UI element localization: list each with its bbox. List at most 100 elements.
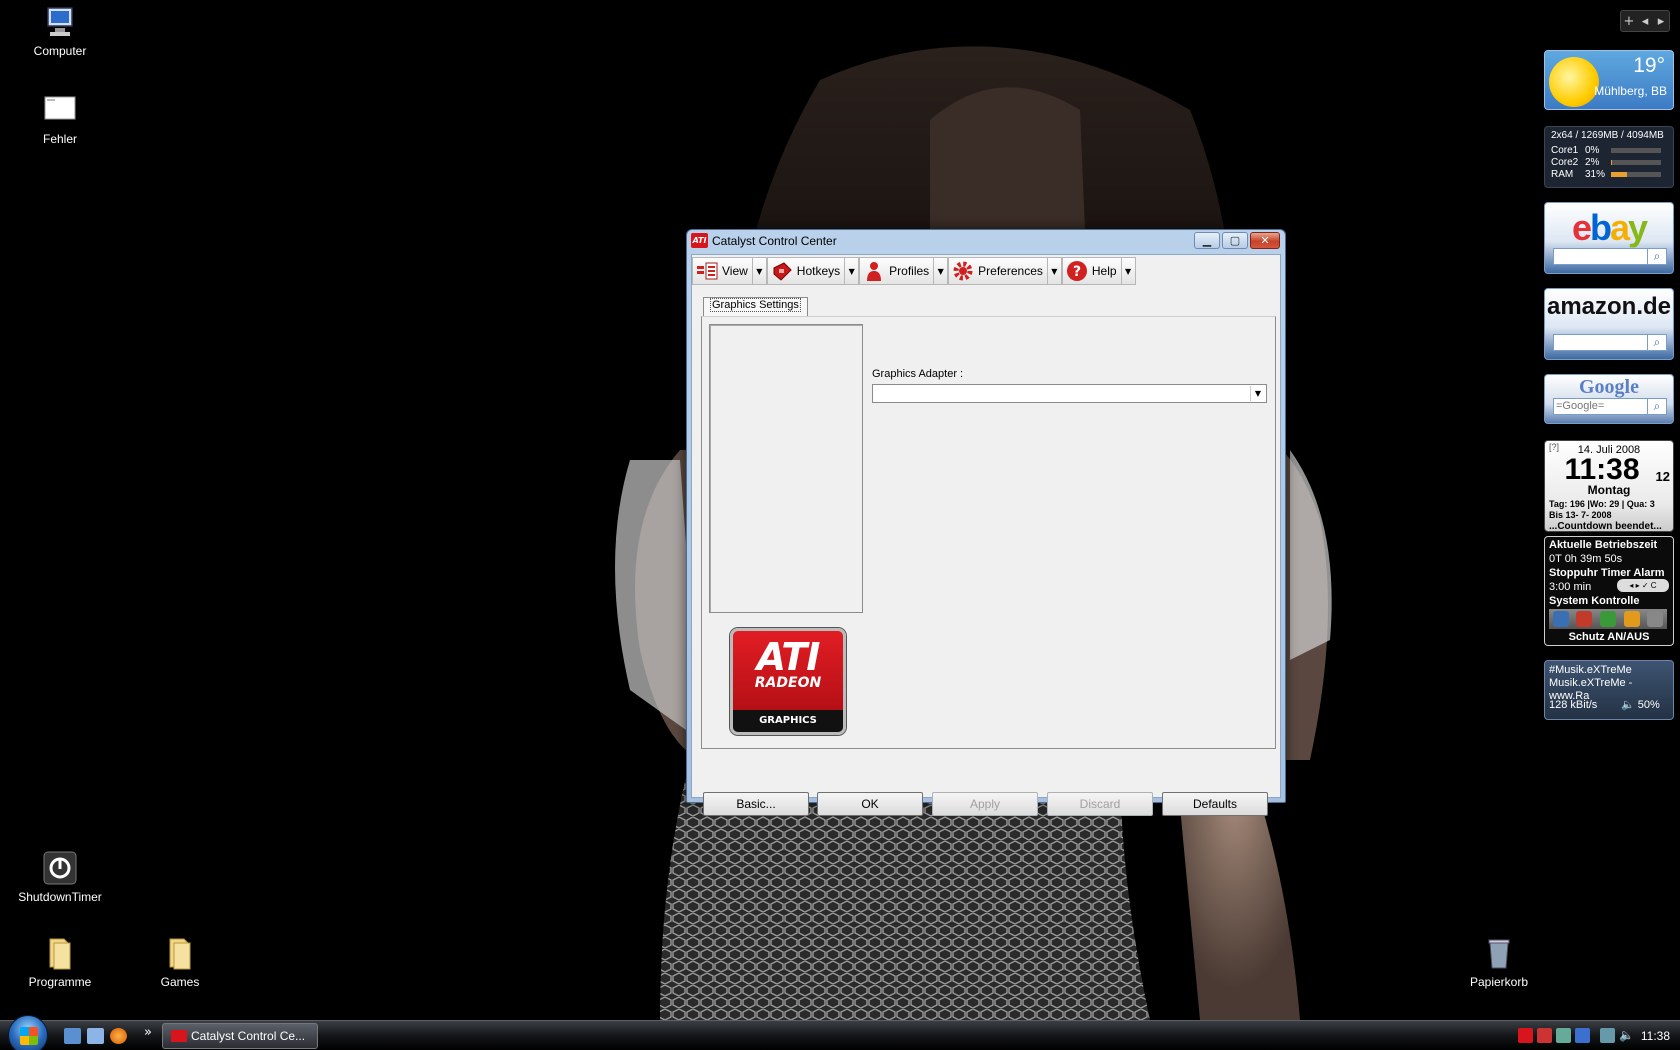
desktop-icon-computer[interactable]: Computer	[10, 4, 110, 58]
title-bar[interactable]: ATI Catalyst Control Center ▁ ▢ ✕	[687, 230, 1285, 252]
desktop-icon-label: Papierkorb	[1469, 975, 1529, 989]
start-button[interactable]	[8, 1015, 48, 1050]
preferences-dropdown[interactable]: ▼	[1046, 257, 1062, 285]
basic-button[interactable]: Basic...	[703, 792, 809, 816]
chevron-down-icon: ▼	[756, 266, 763, 276]
system-control-buttons	[1549, 609, 1667, 629]
svg-text:?: ?	[1073, 264, 1081, 280]
ok-button[interactable]: OK	[817, 792, 923, 816]
quicklaunch-more[interactable]: »	[144, 1025, 152, 1040]
tray-app-icon[interactable]	[1537, 1028, 1552, 1043]
search-icon[interactable]: ⌕	[1647, 398, 1667, 415]
taskbar-clock[interactable]: 11:38	[1641, 1029, 1670, 1043]
preferences-label: Preferences	[978, 264, 1043, 278]
chevron-down-icon: ▼	[1051, 266, 1058, 276]
restart-icon[interactable]	[1576, 611, 1593, 627]
search-icon[interactable]: ⌕	[1647, 248, 1667, 265]
close-button[interactable]: ✕	[1250, 232, 1280, 249]
clock-weekday: Montag	[1587, 483, 1631, 497]
ebay-search-gadget: ebay ⌕	[1544, 202, 1674, 274]
help-button[interactable]: ? Help	[1061, 257, 1121, 285]
desktop-icon-label: Programme	[28, 975, 92, 989]
defaults-button[interactable]: Defaults	[1162, 792, 1268, 816]
desktop-icon-programme[interactable]: Programme	[10, 935, 110, 989]
timer-modes[interactable]: Stoppuhr Timer Alarm	[1549, 566, 1669, 580]
cpu-row-fill	[1611, 171, 1627, 177]
clock-seconds: 12	[1655, 469, 1670, 484]
desktop-icon-shutdowntimer[interactable]: ShutdownTimer	[10, 850, 110, 904]
desktop-icon-games[interactable]: Games	[130, 935, 230, 989]
hotkeys-button[interactable]: Hotkeys	[766, 257, 845, 285]
desktop-icon-papierkorb[interactable]: Papierkorb	[1449, 935, 1549, 989]
ebay-search-input[interactable]	[1553, 248, 1649, 265]
power-icon[interactable]	[1552, 611, 1569, 627]
firefox-icon[interactable]	[110, 1028, 127, 1044]
settings-tree[interactable]	[709, 324, 863, 613]
tab-label: Graphics Settings	[710, 298, 801, 312]
tray-app-icon[interactable]	[1556, 1028, 1571, 1043]
settings-icon[interactable]	[1647, 611, 1664, 627]
protection-toggle[interactable]: Schutz AN/AUS	[1545, 630, 1673, 644]
minimize-button[interactable]: ▁	[1194, 232, 1220, 249]
view-label: View	[722, 264, 748, 278]
profiles-button[interactable]: Profiles	[859, 257, 934, 285]
clock-info-line: Tag: 196 |Wo: 29 | Qua: 3	[1549, 499, 1655, 509]
profiles-label: Profiles	[889, 264, 930, 278]
google-logo: Google	[1579, 376, 1639, 398]
ebay-logo: ebay	[1571, 207, 1648, 248]
hotkeys-icon	[773, 262, 792, 281]
taskbar: » Catalyst Control Ce... 🔈 11:38	[0, 1015, 1680, 1050]
media-player-icon[interactable]	[1575, 1028, 1590, 1043]
desktop-icon-label: Computer	[33, 44, 87, 58]
cpu-meter-gadget: 2x64 / 1269MB / 4094MB Core1 0% Core2 2%…	[1544, 126, 1674, 188]
help-dropdown[interactable]: ▼	[1120, 257, 1136, 285]
cpu-row-label: RAM	[1551, 168, 1574, 180]
uptime-value: 0T 0h 39m 50s	[1549, 553, 1623, 565]
maximize-button[interactable]: ▢	[1222, 232, 1248, 249]
desktop-icon-fehler[interactable]: Fehler	[10, 92, 110, 146]
system-tray: 🔈 11:38	[1510, 1021, 1680, 1050]
cpu-row-core2: Core2 2%	[1551, 156, 1667, 168]
hotkeys-label: Hotkeys	[796, 264, 841, 278]
taskbar-item-catalyst[interactable]: Catalyst Control Ce...	[162, 1023, 318, 1049]
lock-icon[interactable]	[1623, 611, 1640, 627]
profiles-icon	[867, 262, 882, 281]
amazon-search-input[interactable]	[1553, 334, 1649, 351]
volume-icon[interactable]: 🔈	[1619, 1028, 1634, 1043]
cpu-row-percent: 2%	[1585, 156, 1600, 168]
power-timer-icon	[43, 851, 77, 885]
sun-icon	[1549, 57, 1599, 107]
google-search-input[interactable]: =Google=	[1553, 398, 1649, 415]
hotkeys-dropdown[interactable]: ▼	[844, 257, 860, 285]
graphics-adapter-label: Graphics Adapter :	[872, 368, 964, 380]
graphics-adapter-select[interactable]: ▼	[872, 384, 1267, 403]
folder-icon	[49, 938, 71, 970]
profiles-dropdown[interactable]: ▼	[933, 257, 949, 285]
view-dropdown[interactable]: ▼	[751, 257, 767, 285]
computer-icon	[47, 7, 73, 36]
graphics-settings-panel: Graphics Adapter : ▼ ATI RADEON GRAPHICS	[701, 316, 1276, 749]
weather-gadget[interactable]: 19° Mühlberg, BB	[1544, 50, 1674, 110]
help-icon: ?	[1066, 261, 1087, 281]
network-icon[interactable]	[1600, 1028, 1615, 1043]
preferences-button[interactable]: Preferences	[948, 257, 1047, 285]
radio-volume[interactable]: 🔈 50%	[1621, 699, 1660, 712]
search-icon[interactable]: ⌕	[1647, 334, 1667, 351]
clock-gadget: [?] 14. Juli 2008 11:38 12 Montag Tag: 1…	[1544, 440, 1674, 532]
apply-button[interactable]: Apply	[932, 792, 1038, 816]
view-button[interactable]: View	[692, 257, 752, 285]
ati-tray-icon[interactable]	[1518, 1028, 1533, 1043]
timer-controls[interactable]: ◂ ▸ ✓ C	[1617, 579, 1669, 592]
radio-volume-value: 50%	[1637, 699, 1660, 711]
weather-city: Mühlberg, BB	[1594, 84, 1667, 98]
chevron-down-icon[interactable]: ▼	[1250, 386, 1265, 401]
sleep-icon[interactable]	[1599, 611, 1616, 627]
cpu-summary: 2x64 / 1269MB / 4094MB	[1551, 130, 1664, 141]
cpu-row-label: Core1	[1551, 144, 1579, 156]
tab-graphics-settings[interactable]: Graphics Settings	[703, 297, 808, 316]
switch-windows-icon[interactable]	[87, 1028, 104, 1044]
show-desktop-icon[interactable]	[64, 1028, 81, 1044]
ati-app-icon	[171, 1030, 187, 1042]
discard-button[interactable]: Discard	[1047, 792, 1153, 816]
radio-bitrate: 128 kBit/s	[1549, 699, 1598, 711]
